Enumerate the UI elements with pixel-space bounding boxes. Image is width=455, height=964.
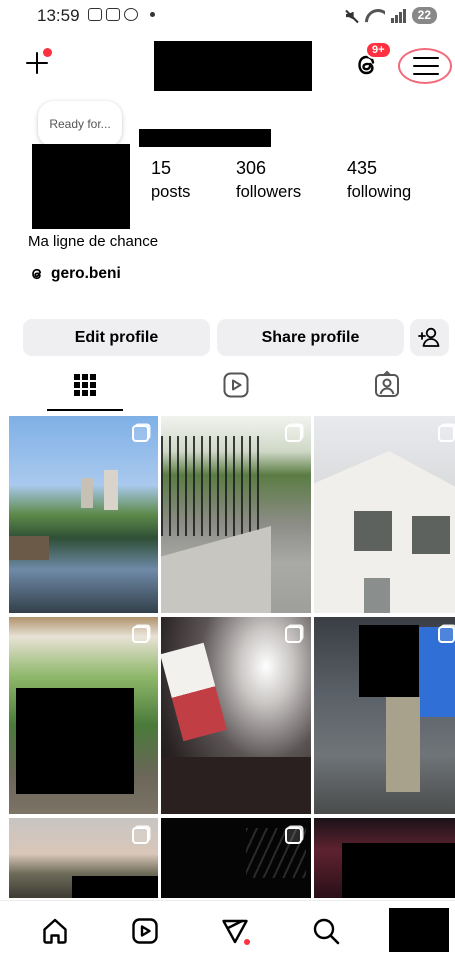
edit-profile-button[interactable]: Edit profile	[23, 319, 210, 356]
stat-following[interactable]: 435 following	[347, 158, 411, 202]
threads-profile-link[interactable]: gero.beni	[29, 265, 121, 283]
multi-photo-icon	[132, 626, 149, 643]
multi-photo-icon	[285, 827, 302, 844]
note-bubble[interactable]: Ready for...	[38, 101, 122, 147]
tab-reels[interactable]	[221, 370, 251, 400]
stat-following-value: 435	[347, 158, 378, 178]
username-redacted[interactable]	[154, 41, 312, 91]
post-thumbnail[interactable]	[161, 617, 311, 814]
tagged-icon	[375, 370, 399, 397]
menu-button[interactable]	[398, 48, 452, 84]
redacted-region	[342, 843, 455, 898]
post-thumbnail[interactable]	[9, 416, 158, 613]
stat-following-label: following	[347, 183, 412, 201]
messenger-icon	[124, 8, 138, 21]
active-tab-indicator	[47, 409, 123, 411]
gmail-icon	[106, 8, 120, 21]
stat-followers[interactable]: 306 followers	[236, 158, 301, 202]
signal-icon	[390, 8, 406, 23]
hamburger-icon	[413, 57, 439, 60]
nav-home[interactable]	[40, 916, 70, 946]
post-thumbnail[interactable]	[314, 818, 455, 898]
redacted-region	[72, 876, 158, 898]
wifi-icon	[365, 9, 385, 23]
multi-photo-icon	[438, 425, 455, 442]
threads-badge: 9+	[365, 41, 392, 59]
battery-indicator: 22	[411, 7, 437, 24]
multi-photo-icon	[285, 626, 302, 643]
reels-icon	[132, 918, 158, 944]
threads-icon	[32, 268, 42, 280]
post-thumbnail[interactable]	[161, 818, 311, 898]
screenshot-icon	[88, 8, 102, 21]
share-profile-button[interactable]: Share profile	[217, 319, 404, 356]
search-icon	[313, 918, 340, 945]
post-thumbnail[interactable]	[314, 617, 455, 814]
bio-text: Ma ligne de chance	[28, 233, 159, 250]
reels-icon	[223, 372, 249, 398]
avatar[interactable]	[32, 144, 130, 229]
multi-photo-icon	[285, 425, 302, 442]
create-button[interactable]	[24, 48, 52, 78]
home-icon	[43, 918, 67, 944]
more-notifications-icon	[150, 12, 155, 17]
nav-profile-avatar[interactable]	[389, 908, 449, 952]
tab-tagged[interactable]	[372, 370, 402, 400]
discover-people-button[interactable]	[410, 319, 449, 356]
status-time: 13:59	[37, 6, 80, 25]
status-bar: 13:59 22	[0, 0, 455, 34]
stat-followers-label: followers	[236, 183, 302, 201]
stat-posts[interactable]: 15 posts	[151, 158, 190, 202]
direct-icon	[222, 919, 250, 945]
add-user-icon	[418, 327, 440, 347]
post-thumbnail[interactable]	[161, 416, 311, 613]
post-thumbnail[interactable]	[9, 818, 158, 898]
nav-reels[interactable]	[130, 916, 160, 946]
notification-icons	[88, 8, 155, 21]
multi-photo-icon	[132, 827, 149, 844]
notification-dot	[43, 48, 52, 57]
mute-icon	[345, 9, 359, 23]
stat-posts-value: 15	[151, 158, 172, 178]
post-thumbnail[interactable]	[314, 416, 455, 613]
threads-handle: gero.beni	[51, 265, 121, 282]
stat-followers-value: 306	[236, 158, 267, 178]
tab-posts-grid[interactable]	[70, 370, 100, 400]
nav-search[interactable]	[311, 916, 341, 946]
multi-photo-icon	[132, 425, 149, 442]
nav-direct[interactable]	[220, 916, 250, 946]
redacted-region	[16, 688, 134, 794]
stat-posts-label: posts	[151, 183, 191, 201]
multi-photo-icon	[438, 626, 455, 643]
threads-button[interactable]: 9+	[352, 41, 392, 80]
display-name-redacted	[139, 129, 271, 147]
grid-icon	[74, 374, 96, 396]
redacted-region	[359, 625, 419, 697]
post-thumbnail[interactable]	[9, 617, 158, 814]
